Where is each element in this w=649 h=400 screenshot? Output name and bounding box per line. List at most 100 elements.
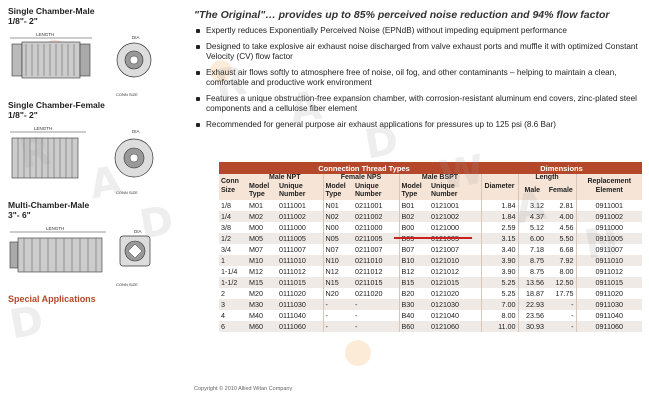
group-header-connection: Connection Thread Types	[247, 162, 482, 174]
table-cell-bspt-m: B07	[398, 243, 429, 255]
table-cell-bspt-n: 0121060	[429, 320, 482, 332]
header-blank	[219, 162, 247, 174]
table-cell-len-f: 5.50	[546, 232, 577, 244]
table-cell-dia: 3.15	[480, 232, 519, 244]
table-row: 1-1/2 M15 0111015 N15 0211015 B15 0121015 5.25 1…	[219, 276, 643, 288]
dia-label: DIA	[132, 129, 140, 134]
specs-table-wrapper: Connection Thread Types Dimensions Conn …	[219, 162, 643, 332]
table-row: 3/8 M00 0111000 N00 0211000 B00 0121000 2.59 5.1…	[219, 221, 643, 233]
table-cell-size: 3/4	[219, 243, 247, 255]
table-cell-nps-n: 0211007	[353, 243, 399, 255]
table-cell-nps-n: -	[353, 309, 399, 321]
special-applications-link[interactable]: Special Applications	[8, 294, 96, 304]
table-cell-npt-n: 0111000	[277, 221, 323, 233]
title-line: Single Chamber-Female	[8, 100, 105, 110]
table-cell-npt-m: M15	[247, 276, 277, 288]
table-cell-npt-m: M01	[247, 199, 277, 211]
table-cell-bspt-m: B30	[398, 298, 429, 310]
dia-label: DIA	[134, 229, 142, 234]
table-cell-len-m: 4.37	[517, 210, 547, 222]
table-cell-nps-n: 0211000	[353, 221, 399, 233]
table-cell-npt-m: M10	[247, 254, 277, 266]
table-cell-bspt-m: B02	[398, 210, 429, 222]
table-cell-rep: 0911002	[575, 210, 643, 222]
table-cell-rep: 0911001	[575, 199, 643, 211]
table-cell-npt-m: M00	[247, 221, 277, 233]
table-cell-len-f: -	[546, 320, 577, 332]
conn-size-label: CONN SIZE	[116, 92, 138, 97]
table-cell-bspt-m: B12	[398, 265, 429, 277]
title-subline: 3"- 6"	[8, 210, 31, 220]
table-cell-npt-m: M02	[247, 210, 277, 222]
feature-item: Recommended for general purpose air exha…	[194, 120, 644, 131]
product-drawings-column: Single Chamber-Male 1/8"- 2" LENGTH DIA …	[0, 0, 190, 400]
table-cell-nps-m: -	[322, 320, 353, 332]
table-cell-npt-n: 0111060	[277, 320, 323, 332]
table-cell-bspt-n: 0121002	[429, 210, 482, 222]
copyright: Copyright © 2010 Allied Witan Company	[194, 386, 293, 392]
table-cell-len-m: 5.12	[517, 221, 547, 233]
feature-item: Expertly reduces Exponentially Perceived…	[194, 26, 644, 37]
table-cell-npt-m: M30	[247, 298, 277, 310]
table-cell-nps-m: N12	[322, 265, 353, 277]
multi-chamber-male-drawing: LENGTH DIA CONN SIZE	[9, 226, 151, 287]
table-cell-len-m: 8.75	[517, 265, 547, 277]
section-title-multi-male: Multi-Chamber-Male 3"- 6"	[8, 200, 89, 220]
table-cell-len-f: 4.56	[546, 221, 577, 233]
table-cell-npt-n: 0111015	[277, 276, 323, 288]
feature-list: Expertly reduces Exponentially Perceived…	[194, 26, 644, 130]
sub-model-type: Model Type	[398, 182, 429, 200]
title-subline: 1/8"- 2"	[8, 16, 38, 26]
table-cell-rep: 0911007	[575, 243, 643, 255]
table-cell-bspt-n: 0121001	[429, 199, 482, 211]
title-line: Multi-Chamber-Male	[8, 200, 90, 210]
table-cell-nps-m: -	[322, 309, 353, 321]
table-cell-len-f: -	[546, 298, 577, 310]
col-male-bspt: Male BSPT	[398, 174, 482, 183]
length-label: LENGTH	[36, 32, 54, 37]
table-cell-npt-n: 0111010	[277, 254, 323, 266]
table-cell-bspt-m: B01	[398, 199, 429, 211]
table-cell-dia: 2.59	[480, 221, 519, 233]
table-cell-bspt-m: B40	[398, 309, 429, 321]
table-cell-len-m: 22.93	[517, 298, 547, 310]
table-cell-dia: 1.84	[480, 199, 519, 211]
feature-item: Designed to take explosive air exhaust n…	[194, 42, 644, 63]
sub-model-type: Model Type	[247, 182, 277, 200]
table-cell-len-m: 30.93	[517, 320, 547, 332]
table-cell-nps-m: N15	[322, 276, 353, 288]
table-cell-len-m: 7.18	[517, 243, 547, 255]
table-cell-bspt-n: 0121040	[429, 309, 482, 321]
table-cell-size: 1/2	[219, 232, 247, 244]
table-cell-npt-n: 0111020	[277, 287, 323, 299]
title-subline: 1/8"- 2"	[8, 110, 38, 120]
feature-item: Features a unique obstruction-free expan…	[194, 94, 644, 115]
section-title-single-male: Single Chamber-Male 1/8"- 2"	[8, 6, 94, 26]
table-cell-rep: 0911005	[575, 232, 643, 244]
table-cell-bspt-n: 0121030	[429, 298, 482, 310]
single-chamber-female-drawing: LENGTH DIA CONN SIZE	[10, 126, 154, 195]
single-chamber-male-drawing: LENGTH DIA CONN SIZE	[10, 32, 152, 97]
table-cell-len-m: 13.56	[517, 276, 547, 288]
col-female-nps: Female NPS	[322, 174, 399, 183]
table-cell-nps-m: N10	[322, 254, 353, 266]
watermark-blob	[345, 340, 371, 366]
table-cell-rep: 0911040	[575, 309, 643, 321]
table-cell-size: 3	[219, 298, 247, 310]
col-length: Length	[517, 174, 577, 183]
table-cell-npt-m: M05	[247, 232, 277, 244]
table-cell-npt-m: M60	[247, 320, 277, 332]
dia-label: DIA	[132, 35, 140, 40]
table-cell-len-f: 2.81	[546, 199, 577, 211]
table-cell-rep: 0911020	[575, 287, 643, 299]
table-cell-rep: 0911015	[575, 276, 643, 288]
table-cell-len-f: 12.50	[546, 276, 577, 288]
col-male-npt: Male NPT	[247, 174, 323, 183]
table-cell-size: 1/4	[219, 210, 247, 222]
table-cell-rep: 0911012	[575, 265, 643, 277]
table-cell-size: 3/8	[219, 221, 247, 233]
table-cell-rep: 0911010	[575, 254, 643, 266]
table-row: 2 M20 0111020 N20 0211020 B20 0121020 5.25 18.87…	[219, 287, 643, 299]
table-cell-len-m: 3.12	[517, 199, 547, 211]
table-cell-len-f: 17.75	[546, 287, 577, 299]
